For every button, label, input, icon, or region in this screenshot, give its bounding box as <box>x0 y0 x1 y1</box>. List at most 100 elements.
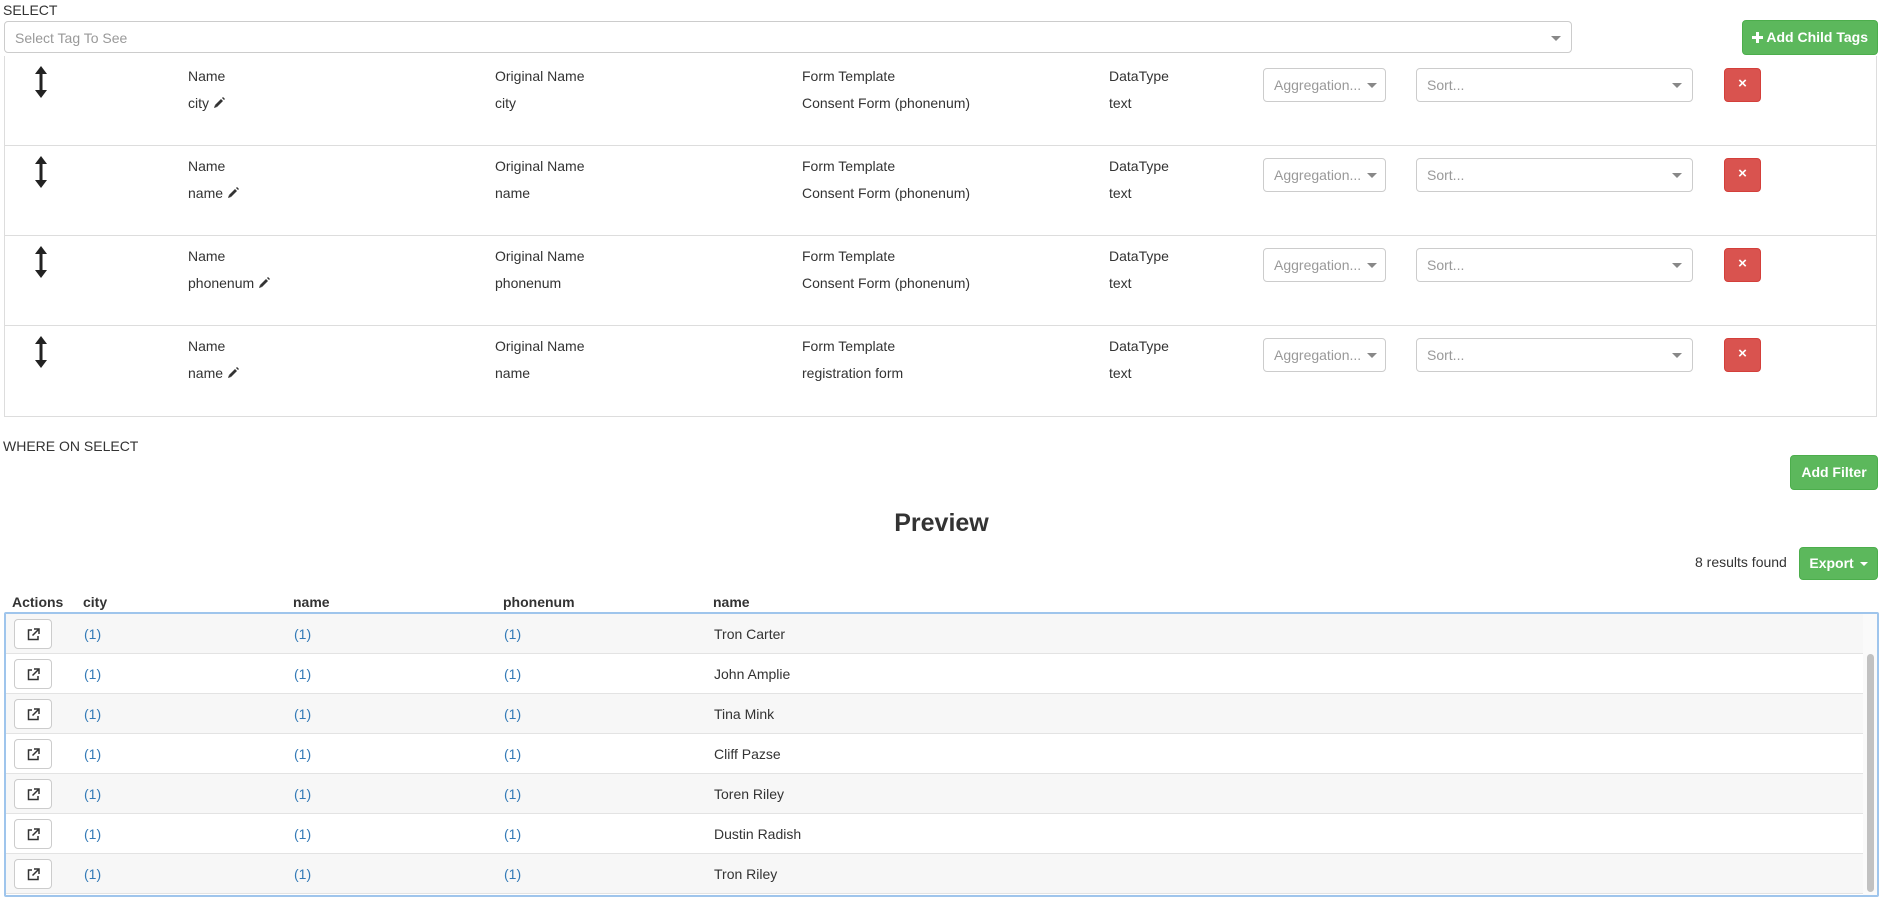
open-record-button[interactable] <box>14 619 52 649</box>
tag-name-value[interactable]: city <box>188 95 225 111</box>
column-header-actions: Actions <box>12 594 64 610</box>
city-count-link[interactable]: (1) <box>84 626 101 642</box>
close-icon: × <box>1738 255 1747 272</box>
external-link-icon <box>27 788 40 801</box>
city-count-link[interactable]: (1) <box>84 666 101 682</box>
add-child-tags-button[interactable]: Add Child Tags <box>1742 20 1878 55</box>
tag-select-dropdown[interactable]: Select Tag To See <box>4 21 1572 53</box>
table-row: (1) (1) (1) John Amplie <box>6 654 1866 694</box>
phonenum-count-link[interactable]: (1) <box>504 786 521 802</box>
column-header-phonenum[interactable]: phonenum <box>503 594 575 610</box>
pencil-icon[interactable] <box>227 367 240 379</box>
sort-select[interactable]: Sort... <box>1416 158 1693 192</box>
tag-name-value[interactable]: phonenum <box>188 275 271 291</box>
open-record-button[interactable] <box>14 739 52 769</box>
phonenum-count-link[interactable]: (1) <box>504 826 521 842</box>
name-value-cell: Tina Mink <box>714 706 775 722</box>
original-name-value: phonenum <box>495 275 562 291</box>
name-count-link[interactable]: (1) <box>294 746 311 762</box>
tag-row: Name phonenum Original Name phonenum For… <box>5 236 1876 326</box>
aggregation-select[interactable]: Aggregation... <box>1263 68 1386 102</box>
datatype-value: text <box>1109 275 1132 291</box>
export-button[interactable]: Export <box>1799 547 1878 580</box>
remove-tag-button[interactable]: × <box>1724 248 1761 282</box>
original-name-column-label: Original Name <box>495 158 585 174</box>
original-name-column-label: Original Name <box>495 248 585 264</box>
open-record-button[interactable] <box>14 779 52 809</box>
remove-tag-button[interactable]: × <box>1724 68 1761 102</box>
remove-tag-button[interactable]: × <box>1724 338 1761 372</box>
phonenum-count-link[interactable]: (1) <box>504 626 521 642</box>
name-count-link[interactable]: (1) <box>294 866 311 882</box>
vertical-arrows-icon[interactable] <box>34 336 48 368</box>
sort-placeholder: Sort... <box>1427 347 1465 363</box>
vertical-arrows-icon[interactable] <box>34 66 48 98</box>
caret-down-icon <box>1367 353 1377 358</box>
city-count-link[interactable]: (1) <box>84 826 101 842</box>
preview-results-grid: (1) (1) (1) Tron Riley (1) (1) (1) Dusti… <box>4 612 1879 897</box>
open-record-button[interactable] <box>14 859 52 889</box>
aggregation-select[interactable]: Aggregation... <box>1263 338 1386 372</box>
sort-select[interactable]: Sort... <box>1416 338 1693 372</box>
aggregation-select[interactable]: Aggregation... <box>1263 248 1386 282</box>
city-count-link[interactable]: (1) <box>84 706 101 722</box>
caret-down-icon <box>1551 36 1561 41</box>
name-count-link[interactable]: (1) <box>294 626 311 642</box>
open-record-button[interactable] <box>14 819 52 849</box>
select-section-label: SELECT <box>3 2 58 18</box>
sort-select[interactable]: Sort... <box>1416 68 1693 102</box>
close-icon: × <box>1738 345 1747 362</box>
datatype-column-label: DataType <box>1109 158 1169 174</box>
phonenum-count-link[interactable]: (1) <box>504 666 521 682</box>
name-count-link[interactable]: (1) <box>294 826 311 842</box>
open-record-button[interactable] <box>14 659 52 689</box>
tag-name-value[interactable]: name <box>188 185 240 201</box>
name-value-cell: John Amplie <box>714 666 791 682</box>
external-link-icon <box>27 748 40 761</box>
external-link-icon <box>27 628 40 641</box>
pencil-icon[interactable] <box>227 187 240 199</box>
phonenum-count-link[interactable]: (1) <box>504 746 521 762</box>
caret-down-icon <box>1672 353 1682 358</box>
pencil-icon[interactable] <box>213 97 225 109</box>
sort-select[interactable]: Sort... <box>1416 248 1693 282</box>
aggregation-placeholder: Aggregation... <box>1274 257 1362 273</box>
datatype-value: text <box>1109 185 1132 201</box>
sort-placeholder: Sort... <box>1427 257 1465 273</box>
pencil-icon[interactable] <box>258 277 271 289</box>
remove-tag-button[interactable]: × <box>1724 158 1761 192</box>
aggregation-placeholder: Aggregation... <box>1274 77 1362 93</box>
city-count-link[interactable]: (1) <box>84 866 101 882</box>
name-count-link[interactable]: (1) <box>294 786 311 802</box>
caret-down-icon <box>1367 173 1377 178</box>
phonenum-count-link[interactable]: (1) <box>504 866 521 882</box>
add-filter-button[interactable]: Add Filter <box>1790 455 1878 490</box>
results-count: 8 results found <box>1695 554 1787 570</box>
name-value-cell: Dustin Radish <box>714 826 802 842</box>
phonenum-count-link[interactable]: (1) <box>504 706 521 722</box>
city-count-link[interactable]: (1) <box>84 746 101 762</box>
form-template-value: Consent Form (phonenum) <box>802 185 971 201</box>
vertical-arrows-icon[interactable] <box>34 156 48 188</box>
tag-row: Name city Original Name city Form Templa… <box>5 56 1876 146</box>
name-count-link[interactable]: (1) <box>294 666 311 682</box>
original-name-value: name <box>495 185 531 201</box>
name-column-label: Name <box>188 68 226 84</box>
vertical-arrows-icon[interactable] <box>34 246 48 278</box>
name-count-link[interactable]: (1) <box>294 706 311 722</box>
column-header-city[interactable]: city <box>83 594 107 610</box>
name-value-cell: Tron Carter <box>714 626 786 642</box>
caret-down-icon <box>1672 263 1682 268</box>
aggregation-select[interactable]: Aggregation... <box>1263 158 1386 192</box>
column-header-name[interactable]: name <box>293 594 330 610</box>
form-template-column-label: Form Template <box>802 248 896 264</box>
grid-scrollbar[interactable] <box>1863 614 1877 895</box>
city-count-link[interactable]: (1) <box>84 786 101 802</box>
selected-tags-list: Name city Original Name city Form Templa… <box>4 56 1877 417</box>
grid-scrollbar-thumb[interactable] <box>1867 654 1874 892</box>
tag-name-value[interactable]: name <box>188 365 240 381</box>
close-icon: × <box>1738 75 1747 92</box>
datatype-column-label: DataType <box>1109 68 1169 84</box>
open-record-button[interactable] <box>14 699 52 729</box>
column-header-name-2[interactable]: name <box>713 594 750 610</box>
